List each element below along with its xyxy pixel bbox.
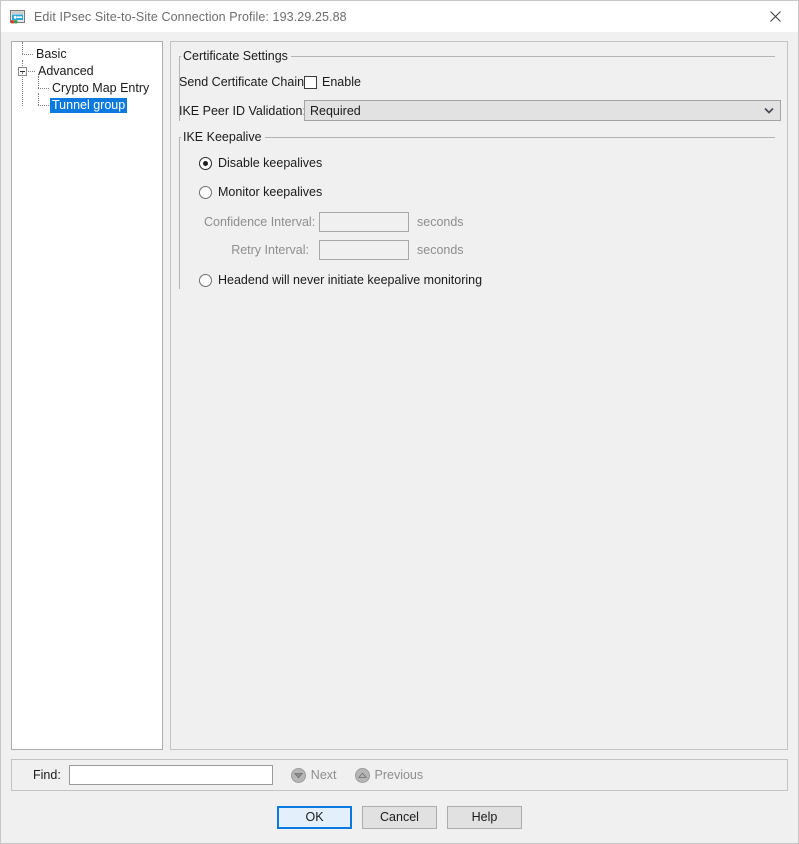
chevron-down-icon	[762, 104, 776, 118]
certificate-settings-content: Send Certificate Chain: Enable IKE Peer …	[179, 57, 787, 121]
monitor-keepalives-radio[interactable]	[199, 185, 212, 199]
close-icon[interactable]	[753, 1, 798, 31]
ike-peer-id-validation-select[interactable]: Required	[304, 100, 781, 121]
send-certificate-chain-row: Send Certificate Chain: Enable	[179, 75, 787, 89]
enable-checkbox-label: Enable	[322, 75, 361, 89]
tree-item-label: Tunnel group	[50, 98, 128, 113]
dialog-body: Basic Advanced Crypto Map Entry Tunnel g…	[1, 32, 798, 750]
retry-interval-label: Retry Interval:	[231, 243, 309, 257]
group-border-top	[179, 137, 775, 138]
disable-keepalives-radio[interactable]	[199, 156, 212, 170]
send-certificate-chain-checkbox[interactable]	[304, 75, 317, 89]
send-certificate-chain-label: Send Certificate Chain:	[179, 75, 308, 89]
tree-item-label: Crypto Map Entry	[52, 81, 150, 95]
tree-item-label: Advanced	[38, 64, 94, 78]
window-title: Edit IPsec Site-to-Site Connection Profi…	[34, 9, 347, 24]
retry-interval-input[interactable]	[319, 240, 409, 260]
tree-item-basic[interactable]: Basic	[16, 42, 160, 63]
find-previous-label: Previous	[374, 768, 424, 782]
cancel-button[interactable]: Cancel	[362, 805, 437, 829]
tree-connector	[38, 88, 49, 89]
monitor-keepalives-label: Monitor keepalives	[218, 185, 323, 199]
ike-keepalive-title: IKE Keepalive	[181, 130, 265, 144]
ike-keepalive-content: Disable keepalives Monitor keepalives Co…	[179, 138, 787, 287]
ike-keepalive-group: IKE Keepalive Disable keepalives Monitor…	[179, 130, 787, 290]
triangle-down-icon	[290, 767, 306, 783]
tree-item-label: Basic	[36, 47, 67, 61]
confidence-interval-unit: seconds	[417, 215, 464, 229]
triangle-up-icon	[354, 767, 370, 783]
headend-never-initiate-radio[interactable]	[199, 273, 212, 287]
confidence-interval-input[interactable]	[319, 212, 409, 232]
headend-never-initiate-label: Headend will never initiate keepalive mo…	[218, 273, 483, 287]
find-next-label: Next	[310, 768, 337, 782]
tree-connector	[38, 105, 49, 106]
headend-never-initiate-row[interactable]: Headend will never initiate keepalive mo…	[199, 273, 787, 287]
find-next-button[interactable]: Next	[290, 767, 337, 783]
tree-connector	[38, 93, 39, 105]
retry-interval-row: Retry Interval: seconds	[199, 240, 787, 260]
dialog-button-bar: OK Cancel Help	[1, 791, 798, 843]
certificate-settings-group: Certificate Settings Send Certificate Ch…	[179, 49, 787, 121]
disable-keepalives-row[interactable]: Disable keepalives	[199, 156, 787, 170]
tree-connector	[38, 76, 39, 88]
ike-peer-id-validation-row: IKE Peer ID Validation: Required	[179, 100, 787, 121]
confidence-interval-row: Confidence Interval: seconds	[199, 212, 787, 232]
app-window-icon	[10, 9, 26, 25]
find-input[interactable]	[68, 765, 273, 785]
ok-button[interactable]: OK	[277, 805, 352, 829]
monitor-keepalives-row[interactable]: Monitor keepalives	[199, 185, 787, 199]
confidence-interval-label: Confidence Interval:	[204, 215, 316, 229]
tree-connector	[22, 54, 33, 55]
tree-connector	[22, 60, 23, 66]
retry-interval-unit: seconds	[417, 243, 464, 257]
find-bar: Find: Next Previous	[11, 759, 788, 791]
group-border-left	[179, 56, 180, 121]
navigation-tree[interactable]: Basic Advanced Crypto Map Entry Tunnel g…	[11, 41, 163, 750]
tree-connector	[28, 71, 35, 72]
find-label: Find:	[33, 768, 61, 782]
disable-keepalives-label: Disable keepalives	[218, 156, 323, 170]
ike-peer-id-validation-label: IKE Peer ID Validation:	[179, 103, 306, 118]
tree-item-tunnel-group[interactable]: Tunnel group	[16, 93, 160, 114]
help-button[interactable]: Help	[447, 805, 522, 829]
group-border-left	[179, 137, 180, 289]
title-bar: Edit IPsec Site-to-Site Connection Profi…	[1, 1, 798, 32]
settings-panel: Certificate Settings Send Certificate Ch…	[170, 41, 788, 750]
tree-connector	[22, 42, 23, 54]
find-previous-button[interactable]: Previous	[354, 767, 424, 783]
ike-peer-id-validation-value: Required	[310, 103, 361, 118]
dialog-window: Edit IPsec Site-to-Site Connection Profi…	[0, 0, 799, 844]
certificate-settings-title: Certificate Settings	[181, 49, 291, 63]
